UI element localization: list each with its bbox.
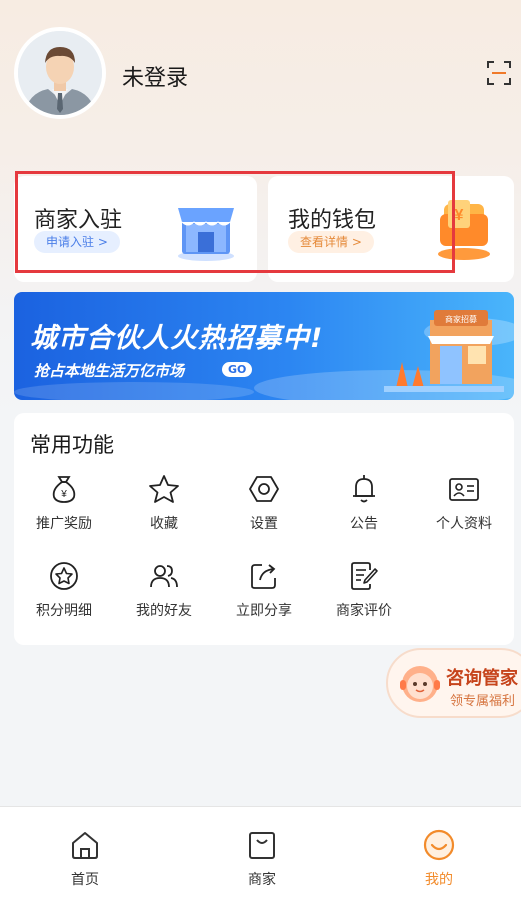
my-wallet-title: 我的钱包 bbox=[288, 208, 377, 233]
profile-header: 未登录 bbox=[0, 0, 521, 150]
share-icon bbox=[251, 564, 276, 589]
points-star-icon bbox=[50, 562, 78, 590]
settings-hexagon-icon bbox=[249, 476, 279, 502]
tab-merchant[interactable]: 商家 bbox=[222, 829, 302, 889]
review-icon bbox=[351, 562, 378, 590]
consult-title: 咨询管家 bbox=[446, 668, 518, 689]
partner-recruit-banner[interactable]: 城市合伙人火热招募中! 抢占本地生活万亿市场 GO 商家招募 bbox=[14, 292, 514, 400]
merchant-review-item[interactable]: 商家评价 bbox=[314, 560, 414, 630]
home-icon bbox=[72, 832, 98, 859]
settings-label: 设置 bbox=[250, 516, 278, 532]
tab-mine[interactable]: 我的 bbox=[399, 829, 479, 889]
money-bag-icon: ¥ bbox=[52, 476, 76, 503]
settings-item[interactable]: 设置 bbox=[214, 473, 314, 543]
my-friends-item[interactable]: 我的好友 bbox=[114, 560, 214, 630]
announcement-item[interactable]: 公告 bbox=[314, 473, 414, 543]
points-detail-label: 积分明细 bbox=[36, 603, 92, 619]
shop-icon bbox=[178, 208, 234, 261]
consult-manager-button[interactable]: 咨询管家 领专属福利 bbox=[386, 648, 521, 718]
promotion-reward-label: 推广奖励 bbox=[36, 516, 92, 532]
bottom-tab-bar: 首页 商家 我的 bbox=[0, 806, 521, 900]
points-detail-item[interactable]: 积分明细 bbox=[14, 560, 114, 630]
star-icon bbox=[149, 475, 179, 503]
username-label[interactable]: 未登录 bbox=[122, 60, 188, 92]
profile-smile-icon bbox=[423, 829, 455, 861]
tab-home[interactable]: 首页 bbox=[45, 829, 125, 889]
scan-icon[interactable] bbox=[486, 60, 512, 86]
go-badge[interactable]: GO bbox=[222, 362, 253, 377]
favorites-item[interactable]: 收藏 bbox=[114, 473, 214, 543]
banner-subtitle: 抢占本地生活万亿市场 bbox=[34, 362, 185, 380]
promotion-reward-item[interactable]: ¥ 推广奖励 bbox=[14, 473, 114, 543]
banner-title: 城市合伙人火热招募中! bbox=[30, 323, 324, 354]
common-functions-panel: 常用功能 ¥ 推广奖励 收藏 设置 公告 个人资料 积分明细 我的好友 立即分享… bbox=[14, 413, 514, 645]
view-details-button[interactable]: 查看详情 > bbox=[288, 231, 374, 253]
storefront-illustration: 商家招募 bbox=[384, 310, 504, 392]
apply-entry-button[interactable]: 申请入驻 > bbox=[34, 231, 120, 253]
personal-info-item[interactable]: 个人资料 bbox=[414, 473, 514, 543]
tab-merchant-label: 商家 bbox=[248, 872, 276, 888]
favorites-label: 收藏 bbox=[150, 516, 178, 532]
wallet-icon: ¥ bbox=[438, 200, 490, 260]
merchant-review-label: 商家评价 bbox=[336, 603, 392, 619]
share-now-item[interactable]: 立即分享 bbox=[214, 560, 314, 630]
common-functions-title: 常用功能 bbox=[30, 433, 114, 457]
announcement-label: 公告 bbox=[350, 516, 378, 532]
bell-icon bbox=[353, 475, 375, 503]
friends-icon bbox=[150, 565, 178, 588]
mascot-icon bbox=[400, 666, 440, 702]
id-card-icon bbox=[449, 478, 479, 501]
tab-home-label: 首页 bbox=[71, 872, 99, 888]
shopping-bag-icon bbox=[249, 832, 275, 859]
merchant-entry-title: 商家入驻 bbox=[34, 208, 123, 233]
share-now-label: 立即分享 bbox=[236, 603, 292, 619]
store-sign-text: 商家招募 bbox=[445, 314, 477, 324]
merchant-entry-card[interactable]: 商家入驻 申请入驻 > bbox=[14, 176, 257, 282]
svg-text:¥: ¥ bbox=[60, 489, 67, 500]
consult-subtitle: 领专属福利 bbox=[450, 694, 516, 709]
my-wallet-card[interactable]: 我的钱包 查看详情 > ¥ bbox=[268, 176, 514, 282]
svg-text:¥: ¥ bbox=[455, 207, 464, 224]
personal-info-label: 个人资料 bbox=[436, 516, 492, 532]
my-friends-label: 我的好友 bbox=[136, 603, 192, 619]
avatar[interactable] bbox=[14, 27, 106, 119]
tab-mine-label: 我的 bbox=[425, 872, 453, 888]
